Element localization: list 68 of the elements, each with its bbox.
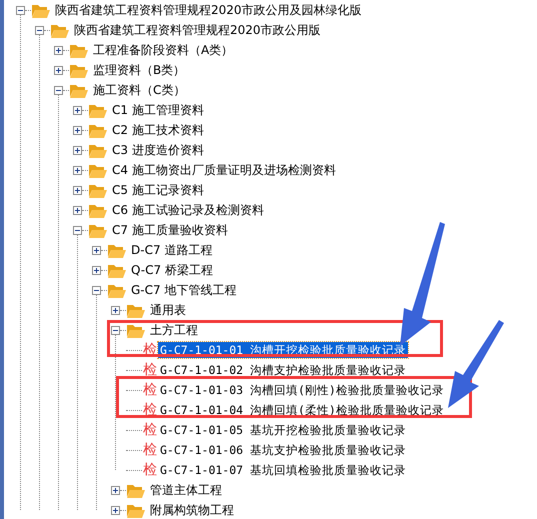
expand-icon[interactable] [73,146,82,154]
tree-item[interactable]: 施工资料（C类） [91,82,188,98]
tree-item[interactable]: C2 施工技术资料 [110,122,206,138]
folder-icon [88,102,107,118]
folder-icon [126,302,145,318]
folder-icon [126,482,145,498]
collapse-icon[interactable] [35,26,44,34]
form-icon: 检 [143,462,157,478]
folder-icon [88,122,107,138]
tree-item[interactable]: 陕西省建筑工程资料管理规程2020市政公用版 [72,22,323,38]
tree-item[interactable]: G-C7-1-01-03 沟槽回填(刚性)检验批质量验收记录 [158,382,446,398]
expand-icon[interactable] [73,206,82,214]
folder-icon [88,222,107,238]
folder-icon [107,242,126,258]
form-icon: 检 [143,402,157,418]
tree-item[interactable]: 陕西省建筑工程资料管理规程2020市政公用及园林绿化版 [53,2,364,18]
collapse-icon[interactable] [16,6,25,14]
tree-item[interactable]: C5 施工记录资料 [110,182,206,198]
tree-item[interactable]: C1 施工管理资料 [110,102,206,118]
tree-item[interactable]: Q-C7 桥梁工程 [129,262,215,278]
folder-icon [107,262,126,278]
folder-icon [126,322,145,338]
folder-icon [88,182,107,198]
folder-icon [126,502,145,518]
tree-item[interactable]: G-C7-1-01-05 基坑开挖检验批质量验收记录 [158,422,408,438]
tree-item[interactable]: C4 施工物资出厂质量证明及进场检测资料 [110,162,338,178]
tree-item[interactable]: 附属构筑物工程 [148,502,236,518]
form-icon: 检 [143,362,157,378]
expand-icon[interactable] [73,186,82,194]
expand-icon[interactable] [111,306,120,314]
form-icon: 检 [143,442,157,458]
tree-item[interactable]: 土方工程 [148,322,200,338]
expand-icon[interactable] [54,66,63,74]
folder-icon [31,2,50,18]
folder-icon [69,42,88,58]
collapse-icon[interactable] [73,226,82,234]
tree-item[interactable]: 监理资料（B类） [91,62,188,78]
folder-icon [88,162,107,178]
collapse-icon[interactable] [54,86,63,94]
folder-icon [69,82,88,98]
expand-icon[interactable] [111,486,120,494]
tree-item[interactable]: 通用表 [148,302,188,318]
form-icon: 检 [143,382,157,398]
tree-item[interactable]: C3 进度造价资料 [110,142,206,158]
folder-icon [107,282,126,298]
tree-item[interactable]: G-C7-1-01-07 基坑回填检验批质量验收记录 [158,462,408,478]
expand-icon[interactable] [73,166,82,174]
expand-icon[interactable] [92,246,101,254]
expand-icon[interactable] [111,506,120,514]
tree-item[interactable]: C6 施工试验记录及检测资料 [110,202,266,218]
form-icon: 检 [143,422,157,438]
collapse-icon[interactable] [111,326,120,334]
tree-item[interactable]: G-C7-1-01-06 基坑支护检验批质量验收记录 [158,442,408,458]
folder-icon [69,62,88,78]
expand-icon[interactable] [73,126,82,134]
expand-icon[interactable] [92,266,101,274]
tree-item[interactable]: D-C7 道路工程 [129,242,214,258]
tree-item[interactable]: G-C7 地下管线工程 [129,282,238,298]
expand-icon[interactable] [54,46,63,54]
folder-icon [88,202,107,218]
collapse-icon[interactable] [92,286,101,294]
tree-item[interactable]: G-C7-1-01-02 沟槽支护检验批质量验收记录 [158,362,408,378]
expand-icon[interactable] [73,106,82,114]
tree-item[interactable]: C7 施工质量验收资料 [110,222,230,238]
folder-icon [50,22,69,38]
tree-item[interactable]: 管道主体工程 [148,482,224,498]
folder-icon [88,142,107,158]
tree-item[interactable]: 工程准备阶段资料（A类） [91,42,236,58]
